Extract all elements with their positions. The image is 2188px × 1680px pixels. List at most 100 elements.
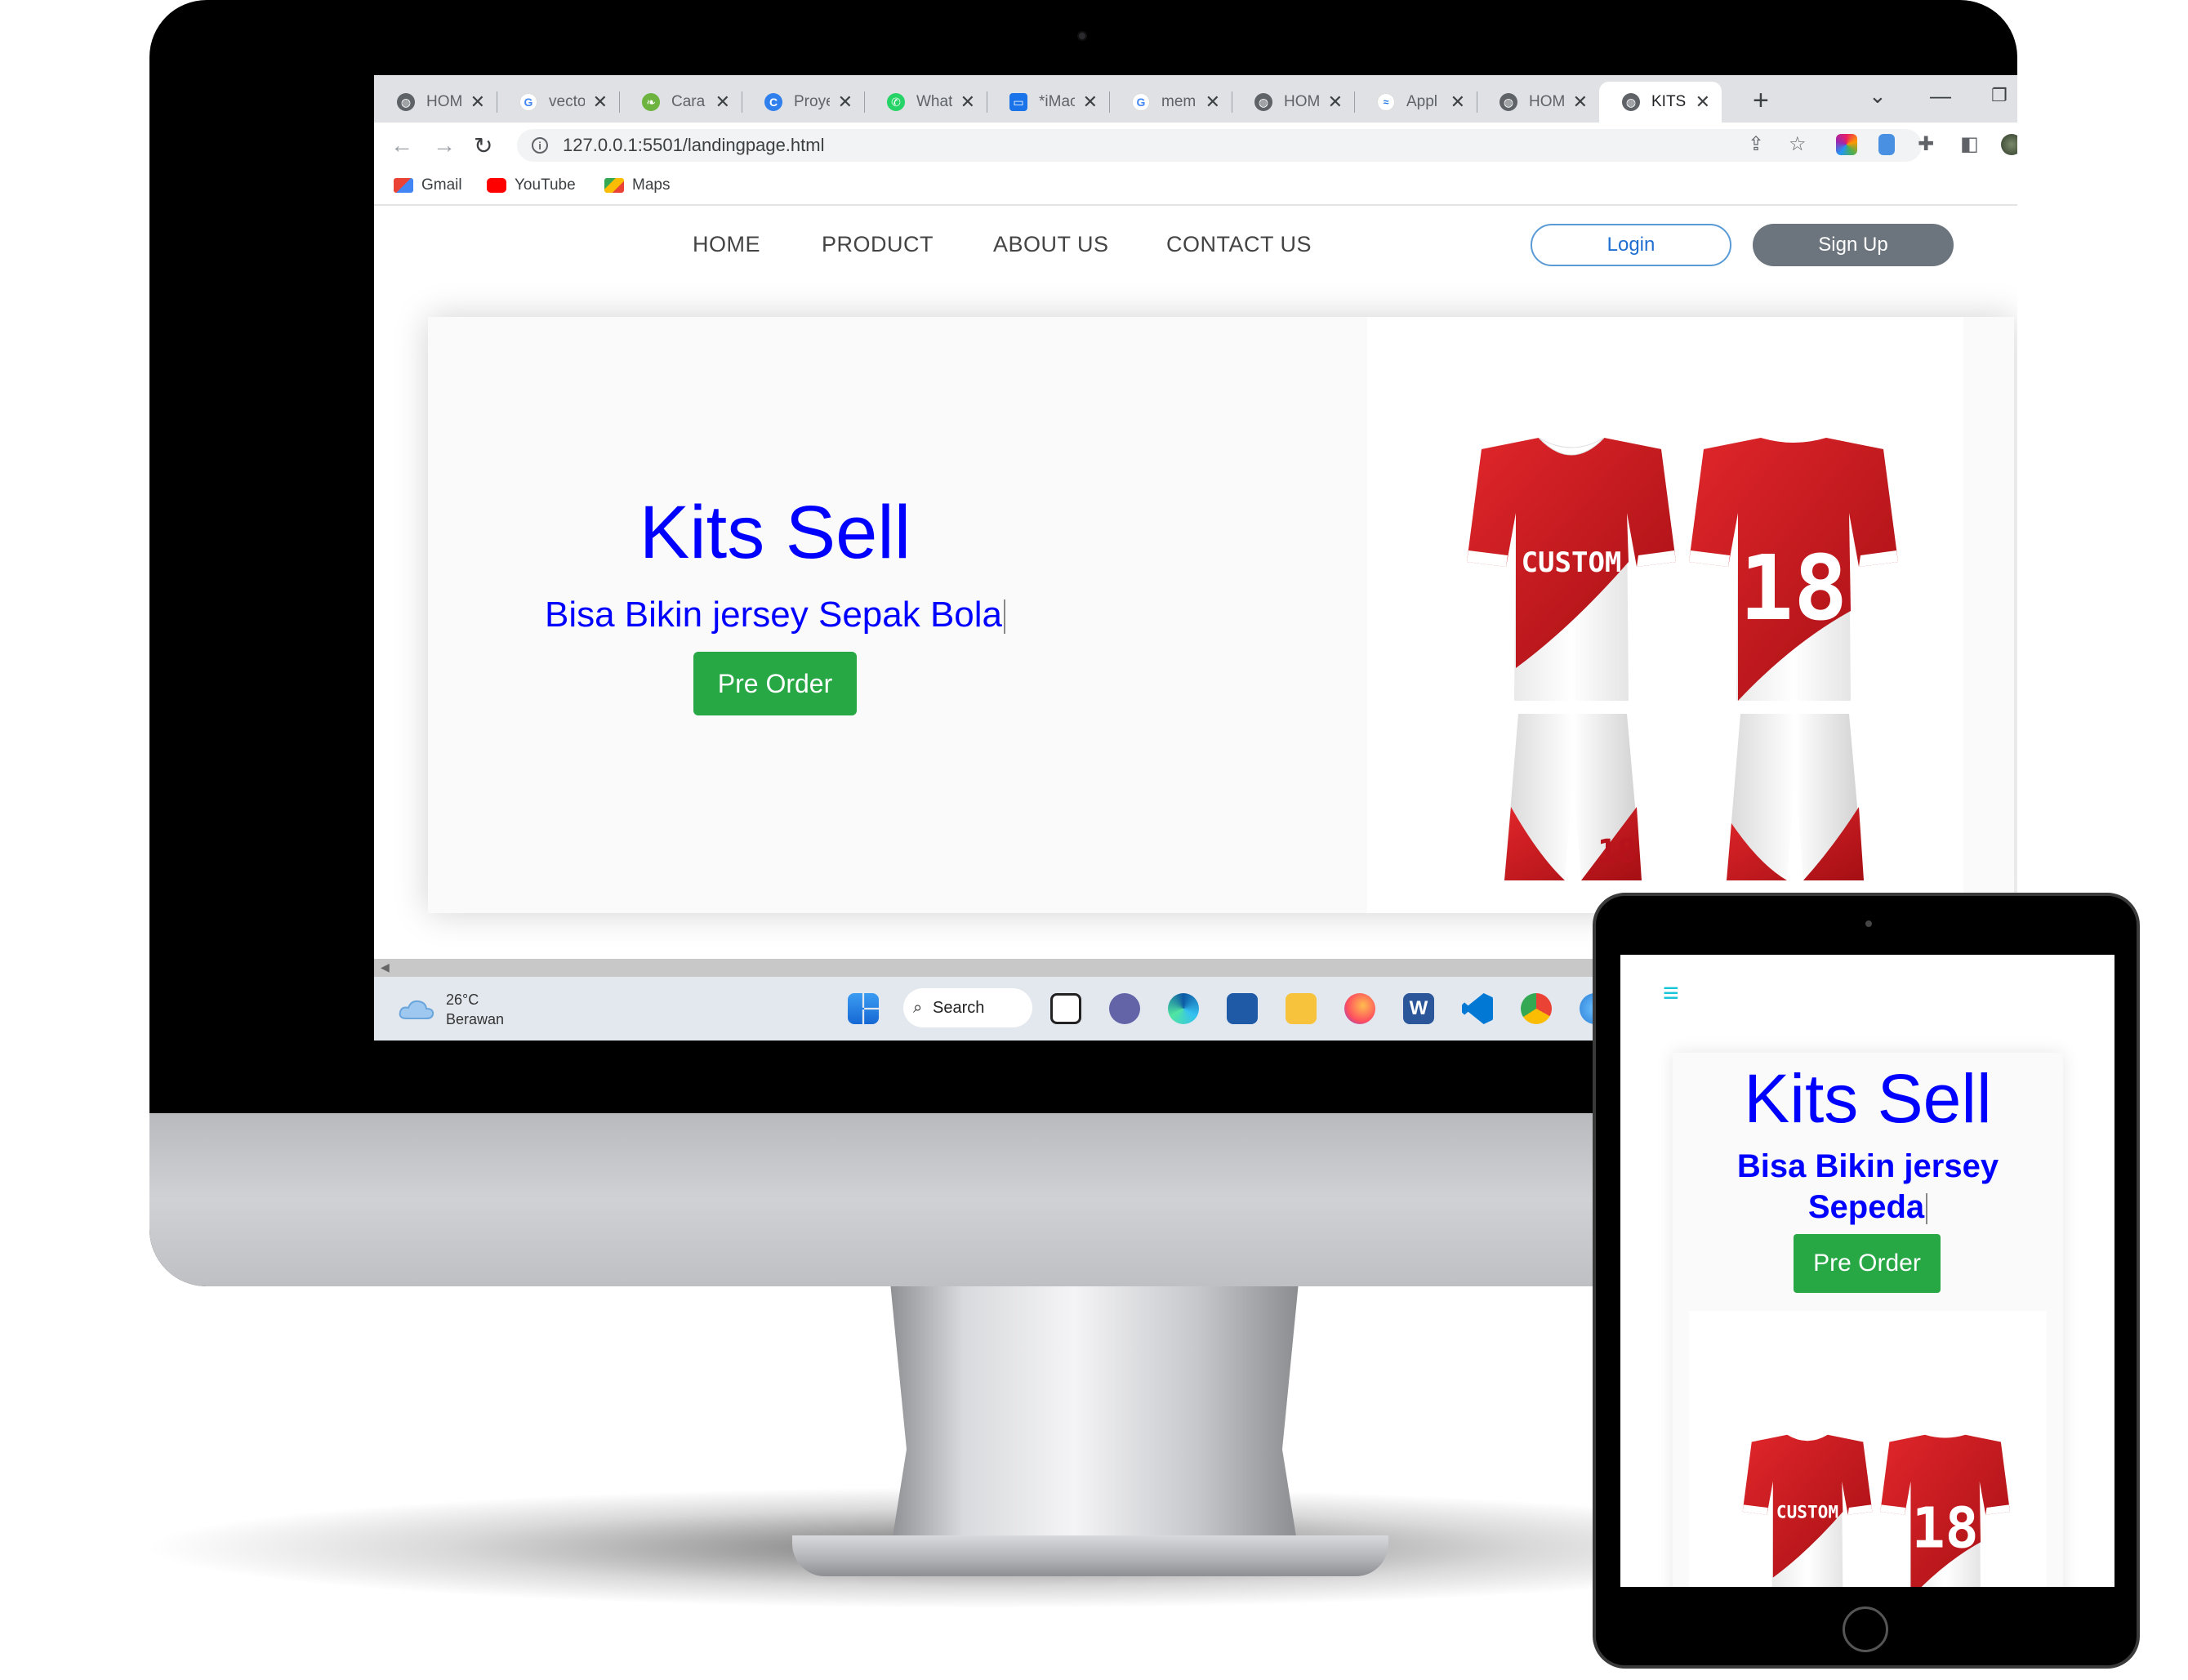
signup-button[interactable]: Sign Up: [1753, 224, 1954, 266]
close-icon[interactable]: ✕: [715, 91, 730, 113]
browser-tab-bar: ◍ HOM ✕ G vecto ✕ ❧ Cara ✕ C Proye ✕: [374, 75, 2017, 123]
nav-home[interactable]: HOME: [693, 232, 760, 257]
side-panel-icon[interactable]: ◧: [1960, 132, 1979, 156]
browser-tab[interactable]: ≈ Appl ✕: [1354, 82, 1477, 123]
browser-tab[interactable]: G mem ✕: [1109, 82, 1232, 123]
hero-subtitle-text: Bisa Bikin jersey Sepak Bola: [544, 595, 1003, 635]
imac-foot: [792, 1535, 1388, 1576]
tablet-home-button[interactable]: [1843, 1606, 1888, 1652]
hero-section: Kits Sell Bisa Bikin jersey Sepak Bola P…: [428, 317, 2014, 913]
restore-icon[interactable]: ❐: [1991, 85, 2008, 106]
tablet-device: ≡ Kits Sell Bisa Bikin jersey Sepeda Pre…: [1593, 893, 2140, 1669]
task-view-icon[interactable]: [1050, 993, 1081, 1024]
browser-tab[interactable]: ◍ HOM ✕: [1232, 82, 1355, 123]
close-icon[interactable]: ✕: [470, 91, 485, 113]
browser-tab[interactable]: C Proye ✕: [742, 82, 865, 123]
tab-title: mem: [1161, 93, 1196, 110]
scroll-left-icon[interactable]: ◀: [381, 960, 390, 974]
bookmark-gmail[interactable]: Gmail: [394, 176, 462, 194]
tablet-jersey-illustration: CUSTOM 18: [1742, 1434, 2011, 1587]
reader-extension-icon[interactable]: [1878, 134, 1895, 155]
share-icon[interactable]: ⇪: [1748, 132, 1764, 156]
browser-tab[interactable]: ◍ HOM ✕: [374, 82, 497, 123]
close-icon[interactable]: ✕: [593, 91, 608, 113]
color-extension-icon[interactable]: [1836, 134, 1857, 155]
pre-order-button[interactable]: Pre Order: [693, 652, 857, 715]
browser-tab-active[interactable]: ◍ KITS ✕: [1599, 82, 1722, 123]
jersey-image: CUSTOM 18 18: [1367, 317, 1963, 913]
jersey-front-text: CUSTOM: [1522, 546, 1622, 579]
forward-arrow-icon[interactable]: →: [433, 132, 456, 158]
tablet-jersey-image: CUSTOM 18: [1689, 1311, 2047, 1587]
tab-search-chevron-icon[interactable]: ⌄: [1869, 83, 1887, 109]
jersey-front: CUSTOM 18: [1467, 437, 1676, 880]
tablet-screen: ≡ Kits Sell Bisa Bikin jersey Sepeda Pre…: [1620, 955, 2114, 1587]
imac-camera: [1077, 31, 1087, 41]
tab-title: HOM: [1284, 93, 1320, 110]
google-icon: G: [519, 93, 537, 111]
teams-chat-icon[interactable]: [1109, 993, 1140, 1024]
login-button[interactable]: Login: [1531, 224, 1731, 266]
bookmark-maps[interactable]: Maps: [604, 176, 670, 194]
profile-avatar[interactable]: [2001, 134, 2017, 155]
chrome-icon[interactable]: [1521, 993, 1552, 1024]
bookmark-youtube[interactable]: YouTube: [487, 176, 576, 194]
jersey-back-number: 18: [1740, 536, 1847, 640]
globe-icon: ◍: [1254, 93, 1272, 111]
bookmark-label: YouTube: [515, 176, 576, 194]
nav-product[interactable]: PRODUCT: [822, 232, 934, 257]
minimize-icon[interactable]: —: [1930, 83, 1951, 109]
browser-tab[interactable]: ◍ HOM ✕: [1477, 82, 1599, 123]
bookmark-label: Gmail: [421, 176, 462, 194]
hero-title: Kits Sell: [639, 491, 911, 574]
close-icon[interactable]: ✕: [1328, 91, 1343, 113]
reload-icon[interactable]: ↻: [474, 132, 492, 159]
browser-tab[interactable]: ✆ Whats ✕: [864, 82, 987, 123]
file-explorer-icon[interactable]: [1286, 993, 1317, 1024]
close-icon[interactable]: ✕: [1573, 91, 1588, 113]
word-icon[interactable]: W: [1403, 993, 1434, 1024]
vscode-icon[interactable]: [1462, 993, 1493, 1024]
close-icon[interactable]: ✕: [1083, 91, 1098, 113]
tab-title: Cara: [671, 93, 706, 110]
extensions-puzzle-icon[interactable]: ✚: [1918, 132, 1934, 156]
gmail-icon: [394, 178, 413, 193]
browser-tab[interactable]: G vecto ✕: [497, 82, 620, 123]
new-tab-button[interactable]: +: [1753, 85, 1769, 117]
globe-icon: ◍: [397, 93, 415, 111]
hamburger-icon[interactable]: ≡: [1663, 978, 1679, 1009]
store-icon[interactable]: [1227, 993, 1258, 1024]
browser-tab[interactable]: ❧ Cara ✕: [619, 82, 742, 123]
nav-about-us[interactable]: ABOUT US: [993, 232, 1109, 257]
url-text: 127.0.0.1:5501/landingpage.html: [563, 135, 825, 155]
tablet-hero-subtitle-text: Sepeda: [1807, 1189, 1925, 1225]
tablet-jersey-back-number: 18: [1912, 1496, 1979, 1561]
tab-title: Whats: [916, 93, 952, 110]
leaf-icon: ❧: [642, 93, 660, 111]
maps-icon: [604, 178, 624, 193]
windows-start-icon[interactable]: [848, 993, 879, 1024]
firefox-icon[interactable]: [1344, 993, 1375, 1024]
url-omnibox[interactable]: i 127.0.0.1:5501/landingpage.html: [517, 129, 1922, 162]
browser-tab[interactable]: ▭ *iMac ✕: [987, 82, 1110, 123]
close-icon[interactable]: ✕: [1205, 91, 1220, 113]
typing-caret: [1004, 599, 1006, 635]
edge-icon[interactable]: [1168, 993, 1199, 1024]
imac-stand: [890, 1282, 1299, 1552]
tablet-pre-order-button[interactable]: Pre Order: [1794, 1234, 1941, 1293]
weather-widget[interactable]: 26°C Berawan: [399, 990, 504, 1029]
close-icon[interactable]: ✕: [960, 91, 975, 113]
typing-caret: [1926, 1193, 1928, 1225]
globe-icon: ◍: [1500, 93, 1517, 111]
bookmark-star-icon[interactable]: ☆: [1789, 132, 1807, 156]
bookmarks-bar: Gmail YouTube Maps: [374, 168, 2017, 206]
close-icon[interactable]: ✕: [1696, 91, 1710, 113]
back-arrow-icon[interactable]: ←: [390, 132, 413, 158]
close-icon[interactable]: ✕: [838, 91, 853, 113]
nav-contact-us[interactable]: CONTACT US: [1166, 232, 1312, 257]
close-icon[interactable]: ✕: [1450, 91, 1465, 113]
search-icon: ⌕: [913, 998, 923, 1017]
site-info-icon[interactable]: i: [532, 137, 548, 154]
whatsapp-icon: ✆: [887, 93, 905, 111]
taskbar-search[interactable]: ⌕ Search: [903, 988, 1032, 1027]
